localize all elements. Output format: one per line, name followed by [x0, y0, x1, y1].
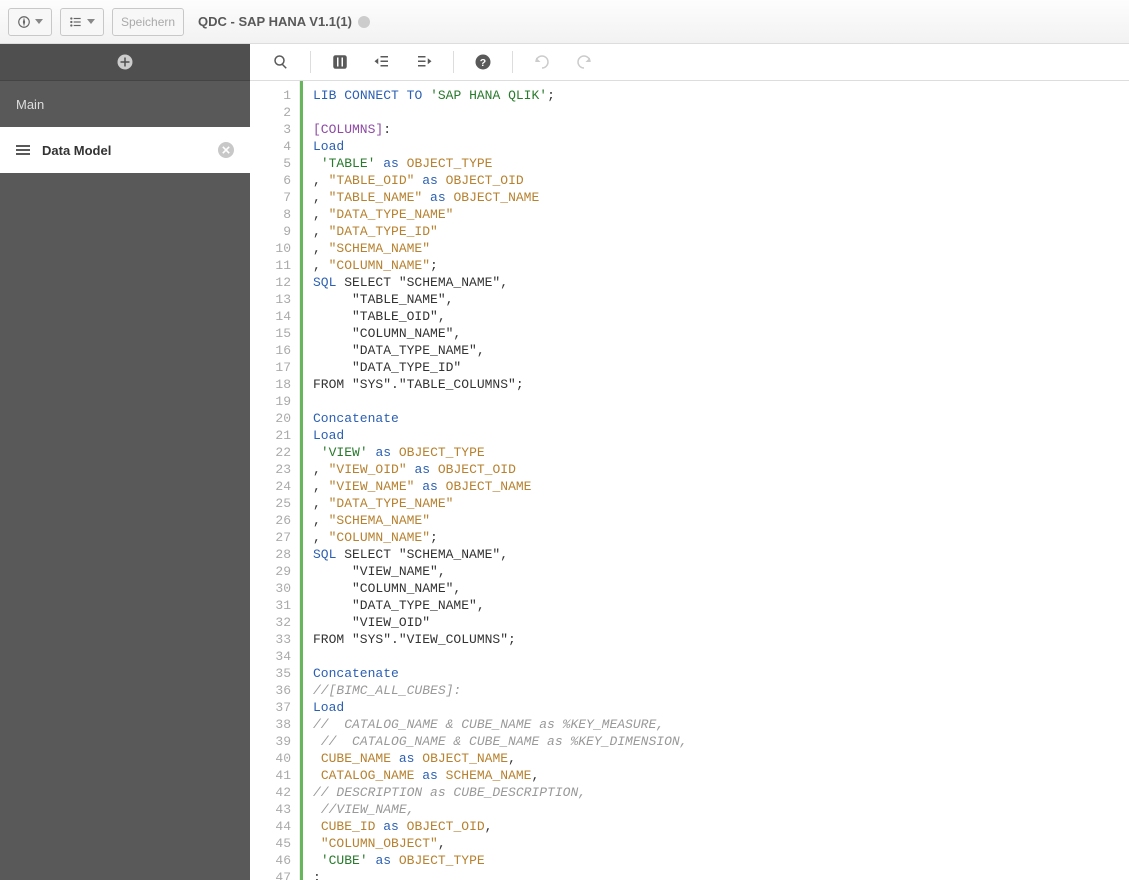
help-icon: ? [474, 53, 492, 71]
sidebar-item-label: Main [16, 97, 44, 112]
add-section-button[interactable] [104, 44, 146, 80]
help-button[interactable]: ? [462, 44, 504, 80]
code-line[interactable]: 'VIEW' as OBJECT_TYPE [313, 444, 1129, 461]
redo-button[interactable] [563, 44, 605, 80]
search-icon [272, 53, 290, 71]
chevron-down-icon [87, 19, 95, 24]
code-line[interactable]: , "TABLE_NAME" as OBJECT_NAME [313, 189, 1129, 206]
code-line[interactable]: CATALOG_NAME as SCHEMA_NAME, [313, 767, 1129, 784]
code-line[interactable]: 'TABLE' as OBJECT_TYPE [313, 155, 1129, 172]
code-line[interactable]: , "TABLE_OID" as OBJECT_OID [313, 172, 1129, 189]
redo-icon [575, 53, 593, 71]
code-line[interactable] [313, 648, 1129, 665]
code-line[interactable]: FROM "SYS"."VIEW_COLUMNS"; [313, 631, 1129, 648]
close-icon [222, 146, 230, 154]
code-line[interactable]: , "SCHEMA_NAME" [313, 240, 1129, 257]
code-line[interactable]: //VIEW_NAME, [313, 801, 1129, 818]
search-button[interactable] [260, 44, 302, 80]
code-line[interactable]: "TABLE_NAME", [313, 291, 1129, 308]
code-editor[interactable]: 1 2 3 4 5 6 7 8 9 10 11 12 13 14 15 16 1… [250, 81, 1129, 880]
code-line[interactable]: //[BIMC_ALL_CUBES]: [313, 682, 1129, 699]
code-line[interactable]: , "VIEW_OID" as OBJECT_OID [313, 461, 1129, 478]
save-button[interactable]: Speichern [112, 8, 184, 36]
code-line[interactable]: "COLUMN_OBJECT", [313, 835, 1129, 852]
code-line[interactable]: , "DATA_TYPE_NAME" [313, 206, 1129, 223]
comment-icon [331, 53, 349, 71]
toolbar-separator [512, 51, 513, 73]
code-line[interactable]: // CATALOG_NAME & CUBE_NAME as %KEY_MEAS… [313, 716, 1129, 733]
undo-button[interactable] [521, 44, 563, 80]
code-line[interactable]: , "DATA_TYPE_ID" [313, 223, 1129, 240]
chevron-down-icon [35, 19, 43, 24]
editor-toolbar: ? [250, 44, 1129, 81]
code-line[interactable]: , "COLUMN_NAME"; [313, 529, 1129, 546]
code-line[interactable]: ; [313, 869, 1129, 880]
plus-circle-icon [116, 53, 134, 71]
code-line[interactable]: "COLUMN_NAME", [313, 580, 1129, 597]
menu-button[interactable] [60, 8, 104, 36]
editor-panel: ? 1 2 3 4 5 6 7 8 9 10 11 12 13 14 15 16… [250, 44, 1129, 880]
app-header: Speichern QDC - SAP HANA V1.1(1) [0, 0, 1129, 44]
indent-button[interactable] [403, 44, 445, 80]
code-content[interactable]: LIB CONNECT TO 'SAP HANA QLIK'; [COLUMNS… [300, 81, 1129, 880]
indent-icon [415, 53, 433, 71]
code-line[interactable]: , "DATA_TYPE_NAME" [313, 495, 1129, 512]
document-title: QDC - SAP HANA V1.1(1) [198, 14, 370, 29]
navigate-button[interactable] [8, 8, 52, 36]
close-section-button[interactable] [218, 142, 234, 158]
code-line[interactable]: LIB CONNECT TO 'SAP HANA QLIK'; [313, 87, 1129, 104]
sections-sidebar: Main Data Model [0, 44, 250, 880]
outdent-icon [373, 53, 391, 71]
code-line[interactable]: [COLUMNS]: [313, 121, 1129, 138]
drag-handle-icon [16, 145, 30, 155]
code-line[interactable]: "TABLE_OID", [313, 308, 1129, 325]
status-indicator-icon [358, 16, 370, 28]
code-line[interactable]: SQL SELECT "SCHEMA_NAME", [313, 274, 1129, 291]
code-line[interactable]: , "SCHEMA_NAME" [313, 512, 1129, 529]
code-line[interactable]: "COLUMN_NAME", [313, 325, 1129, 342]
code-line[interactable]: "DATA_TYPE_NAME", [313, 597, 1129, 614]
code-line[interactable]: , "VIEW_NAME" as OBJECT_NAME [313, 478, 1129, 495]
toolbar-separator [453, 51, 454, 73]
code-line[interactable]: 'CUBE' as OBJECT_TYPE [313, 852, 1129, 869]
code-line[interactable]: "VIEW_OID" [313, 614, 1129, 631]
comment-button[interactable] [319, 44, 361, 80]
outdent-button[interactable] [361, 44, 403, 80]
list-icon [69, 15, 83, 29]
code-line[interactable]: CUBE_NAME as OBJECT_NAME, [313, 750, 1129, 767]
code-line[interactable]: CUBE_ID as OBJECT_OID, [313, 818, 1129, 835]
code-line[interactable]: "DATA_TYPE_NAME", [313, 342, 1129, 359]
compass-icon [17, 15, 31, 29]
code-line[interactable]: "DATA_TYPE_ID" [313, 359, 1129, 376]
code-line[interactable] [313, 393, 1129, 410]
code-line[interactable]: , "COLUMN_NAME"; [313, 257, 1129, 274]
main-layout: Main Data Model [0, 44, 1129, 880]
document-title-text: QDC - SAP HANA V1.1(1) [198, 14, 352, 29]
sidebar-item-label: Data Model [42, 143, 111, 158]
code-line[interactable] [313, 104, 1129, 121]
code-line[interactable]: // DESCRIPTION as CUBE_DESCRIPTION, [313, 784, 1129, 801]
sidebar-section-main[interactable]: Main [0, 81, 250, 127]
sidebar-section-data-model[interactable]: Data Model [0, 127, 250, 173]
code-line[interactable]: Load [313, 699, 1129, 716]
code-line[interactable]: SQL SELECT "SCHEMA_NAME", [313, 546, 1129, 563]
code-line[interactable]: // CATALOG_NAME & CUBE_NAME as %KEY_DIME… [313, 733, 1129, 750]
sidebar-toolbar [0, 44, 250, 81]
toolbar-separator [310, 51, 311, 73]
code-line[interactable]: "VIEW_NAME", [313, 563, 1129, 580]
code-line[interactable]: FROM "SYS"."TABLE_COLUMNS"; [313, 376, 1129, 393]
line-gutter: 1 2 3 4 5 6 7 8 9 10 11 12 13 14 15 16 1… [250, 81, 300, 880]
code-line[interactable]: Load [313, 427, 1129, 444]
code-line[interactable]: Load [313, 138, 1129, 155]
svg-text:?: ? [480, 57, 486, 69]
undo-icon [533, 53, 551, 71]
code-line[interactable]: Concatenate [313, 410, 1129, 427]
code-line[interactable]: Concatenate [313, 665, 1129, 682]
